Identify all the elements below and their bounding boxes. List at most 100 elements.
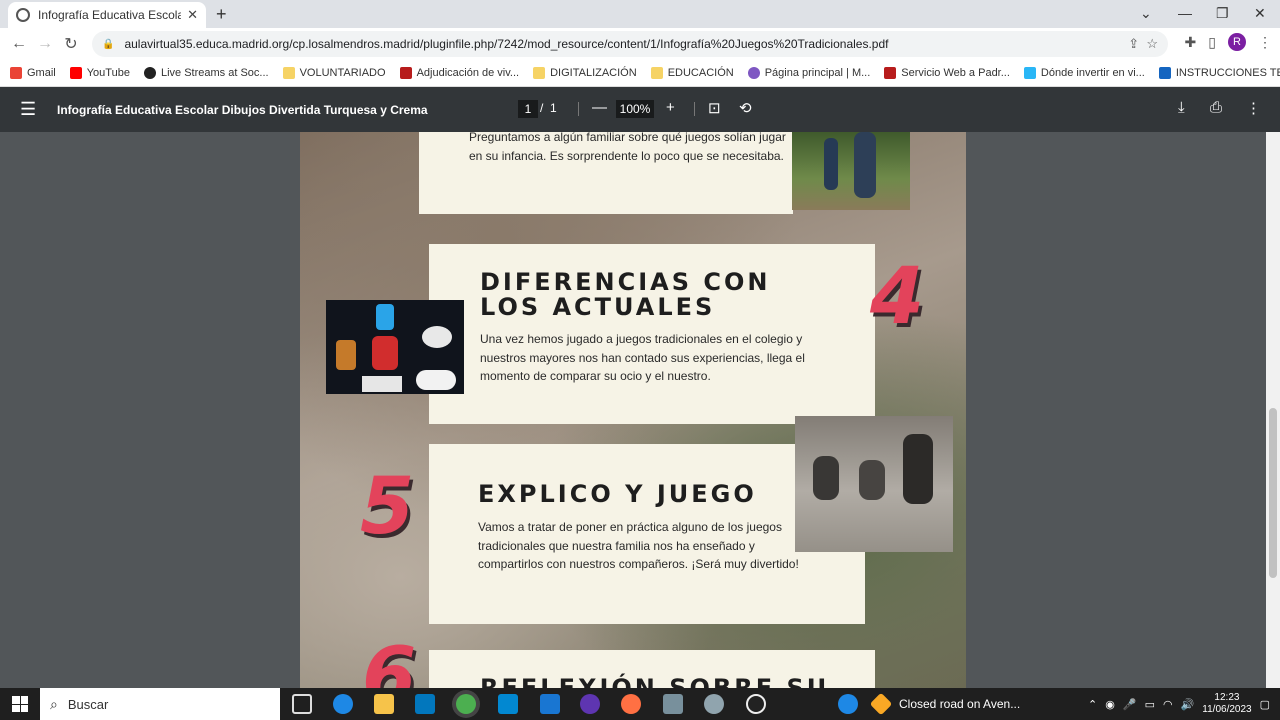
bookmarks-bar: Gmail YouTube Live Streams at Soc... VOL…: [0, 60, 1280, 87]
children-playing-photo: [795, 416, 953, 552]
battery-icon[interactable]: ▭: [1145, 698, 1155, 711]
pdf-menu-icon[interactable]: ☰: [20, 99, 36, 120]
file-explorer-icon[interactable]: [374, 694, 394, 714]
toolbar-icons: ✚ ▯ R ⋮: [1185, 33, 1272, 51]
store-icon[interactable]: [415, 694, 435, 714]
pdf-page: Preguntamos a algún familiar sobre qué j…: [300, 132, 966, 688]
section-6-number: 6: [362, 632, 417, 688]
videogames-photo: [326, 300, 464, 394]
volume-icon[interactable]: 🔊: [1181, 698, 1195, 711]
bookmark-icon: [747, 67, 760, 79]
app-icon[interactable]: [663, 694, 683, 714]
folder-icon: [533, 67, 546, 79]
minimize-icon[interactable]: —: [1178, 5, 1192, 21]
bookmark-item[interactable]: INSTRUCCIONES TE...: [1158, 67, 1280, 79]
forward-icon[interactable]: →: [32, 35, 58, 53]
bookmark-item[interactable]: Gmail: [10, 67, 56, 79]
bookmark-folder[interactable]: DIGITALIZACIÓN: [533, 67, 637, 79]
restore-icon[interactable]: ❐: [1216, 5, 1229, 22]
bookmark-folder[interactable]: EDUCACIÓN: [650, 67, 734, 79]
bookmark-item[interactable]: Página principal | M...: [747, 67, 870, 79]
section-4-number: 4: [870, 252, 925, 342]
zoom-input[interactable]: 100%: [616, 100, 654, 118]
network-icon[interactable]: ◉: [1105, 698, 1115, 711]
task-view-icon[interactable]: [292, 694, 312, 714]
mic-icon[interactable]: 🎤: [1123, 698, 1137, 711]
divider: [578, 102, 579, 116]
address-toolbar: ← → ↻ 🔒 aulavirtual35.educa.madrid.org/c…: [0, 28, 1280, 60]
chrome-icon[interactable]: [456, 694, 476, 714]
browser-tab[interactable]: Infografía Educativa Escolar Dibuj ✕: [8, 2, 206, 28]
folder-icon: [650, 67, 663, 79]
bookmark-icon: [1158, 67, 1171, 79]
mail-icon[interactable]: [498, 694, 518, 714]
bookmark-item[interactable]: Live Streams at Soc...: [143, 67, 269, 79]
section-4-title: DIFERENCIAS CON LOS ACTUALES: [480, 268, 771, 321]
section-4-text: Una vez hemos jugado a juegos tradiciona…: [480, 332, 805, 383]
share-icon[interactable]: ⇪ ☆: [1128, 36, 1158, 52]
bookmark-item[interactable]: Dónde invertir en vi...: [1023, 67, 1145, 79]
scrollbar-thumb[interactable]: [1269, 408, 1277, 578]
help-icon[interactable]: [838, 694, 858, 714]
app-icon[interactable]: [746, 694, 766, 714]
close-window-icon[interactable]: ✕: [1254, 5, 1266, 22]
app-icon[interactable]: [580, 694, 600, 714]
pdf-title: Infografía Educativa Escolar Dibujos Div…: [57, 102, 428, 117]
divider: [694, 102, 695, 116]
clock[interactable]: 12:23 11/06/2023: [1202, 692, 1251, 716]
traffic-notification[interactable]: Closed road on Aven...: [899, 697, 1020, 711]
browser-menu-icon[interactable]: ⋮: [1258, 34, 1272, 51]
site-favicon-icon: [16, 8, 30, 22]
tray-chevron-icon[interactable]: ⌃: [1088, 698, 1097, 711]
zoom-in-icon[interactable]: +: [666, 99, 675, 116]
back-icon[interactable]: ←: [6, 35, 32, 53]
url-text: aulavirtual35.educa.madrid.org/cp.losalm…: [124, 37, 889, 51]
dropbox-icon[interactable]: [540, 694, 560, 714]
extensions-icon[interactable]: ✚: [1185, 34, 1197, 51]
folder-icon: [282, 67, 295, 79]
pdf-scrollbar[interactable]: [1266, 132, 1280, 688]
reload-icon[interactable]: ↻: [58, 34, 84, 54]
pdf-more-icon[interactable]: ⋮: [1246, 99, 1261, 117]
search-icon: ⌕: [50, 695, 58, 712]
tab-strip: Infografía Educativa Escolar Dibuj ✕ + ⌄…: [0, 0, 1280, 28]
section-3-card: Preguntamos a algún familiar sobre qué j…: [419, 132, 793, 214]
close-tab-icon[interactable]: ✕: [187, 7, 198, 23]
edge-icon[interactable]: [333, 694, 353, 714]
notifications-icon[interactable]: ▢: [1260, 698, 1270, 711]
fit-page-icon[interactable]: ⊡: [708, 99, 721, 117]
pdf-toolbar: ☰ Infografía Educativa Escolar Dibujos D…: [0, 87, 1280, 132]
traffic-warning-icon[interactable]: [869, 692, 893, 716]
bookmark-item[interactable]: Adjudicación de viv...: [399, 67, 519, 79]
section-3-text: Preguntamos a algún familiar sobre qué j…: [469, 132, 786, 163]
new-tab-icon[interactable]: +: [216, 4, 227, 25]
system-tray: ⌃ ◉ 🎤 ▭ ◠ 🔊 12:23 11/06/2023 ▢: [1088, 688, 1280, 720]
pdf-viewer[interactable]: Preguntamos a algún familiar sobre qué j…: [0, 132, 1280, 688]
search-placeholder: Buscar: [67, 696, 109, 712]
taskbar-search-input[interactable]: ⌕ Buscar: [40, 688, 280, 720]
wifi-icon[interactable]: ◠: [1163, 698, 1173, 711]
bookmark-icon: [1023, 67, 1036, 79]
page-number-input[interactable]: 1: [518, 100, 538, 118]
lock-icon: 🔒: [102, 38, 115, 50]
address-input[interactable]: 🔒 aulavirtual35.educa.madrid.org/cp.losa…: [92, 31, 1168, 57]
print-icon[interactable]: ⎙: [1210, 99, 1222, 116]
bookmark-icon: [399, 67, 412, 79]
app-icon[interactable]: [704, 694, 724, 714]
tab-title: Infografía Educativa Escolar Dibuj: [38, 8, 182, 22]
bookmark-icon: [884, 67, 897, 79]
zoom-out-icon[interactable]: —: [592, 99, 607, 116]
sidepanel-icon[interactable]: ▯: [1208, 34, 1216, 51]
tab-search-chevron-icon[interactable]: ⌄: [1140, 5, 1152, 22]
bookmark-folder[interactable]: VOLUNTARIADO: [282, 67, 386, 79]
profile-avatar[interactable]: R: [1228, 33, 1246, 51]
rotate-icon[interactable]: ⟲: [739, 99, 752, 117]
bookmark-item[interactable]: Servicio Web a Padr...: [884, 67, 1010, 79]
bookmark-item[interactable]: YouTube: [69, 67, 130, 79]
section-6-title: REFLEXIÓN SOBRE SU: [480, 674, 830, 689]
windows-start-icon[interactable]: [12, 696, 28, 712]
bookmark-icon: [143, 67, 156, 79]
firefox-icon[interactable]: [621, 694, 641, 714]
bookmark-icon: [10, 67, 22, 79]
download-icon[interactable]: ⤓: [1178, 99, 1185, 116]
